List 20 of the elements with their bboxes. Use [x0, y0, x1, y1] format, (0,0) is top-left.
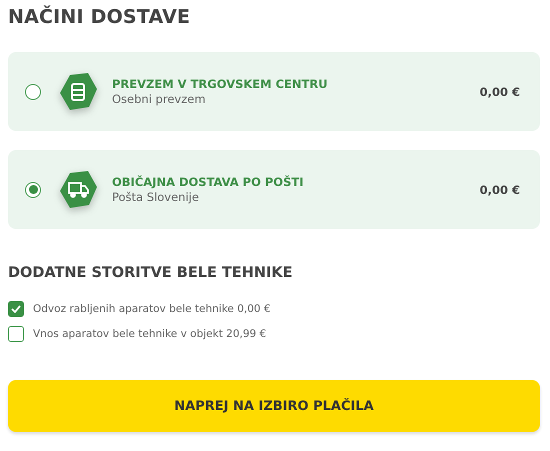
- section-title: DODATNE STORITVE BELE TEHNIKE: [8, 265, 294, 281]
- checkbox[interactable]: [8, 301, 24, 317]
- option-name: OBIČAJNA DOSTAVA PO POŠTI: [112, 175, 304, 189]
- continue-button[interactable]: NAPREJ NA IZBIRO PLAČILA: [8, 380, 540, 432]
- checkbox-label: Vnos aparatov bele tehnike v objekt 20,99 €: [33, 328, 266, 340]
- checkbox[interactable]: [8, 326, 24, 342]
- delivery-option-card[interactable]: OBIČAJNA DOSTAVA PO POŠTI Pošta Slovenije 0,00 €: [8, 150, 540, 229]
- option-price: 0,00 €: [480, 84, 520, 98]
- option-subtitle: Pošta Slovenije: [112, 190, 200, 204]
- section-title: NAČINI DOSTAVE: [8, 6, 192, 28]
- checkbox-label: Odvoz rabljenih aparatov bele tehnike 0,00 €: [33, 303, 271, 315]
- option-subtitle: Osebni prevzem: [112, 92, 207, 106]
- radio-button[interactable]: [25, 182, 41, 198]
- delivery-option-card[interactable]: PREVZEM V TRGOVSKEM CENTRU Osebni prevzem 0,00 €: [8, 52, 540, 131]
- store-icon: [58, 72, 98, 112]
- radio-button[interactable]: [25, 84, 41, 100]
- option-name: PREVZEM V TRGOVSKEM CENTRU: [112, 77, 329, 91]
- truck-icon: [58, 170, 98, 210]
- check-icon: [11, 305, 21, 313]
- option-price: 0,00 €: [480, 182, 520, 196]
